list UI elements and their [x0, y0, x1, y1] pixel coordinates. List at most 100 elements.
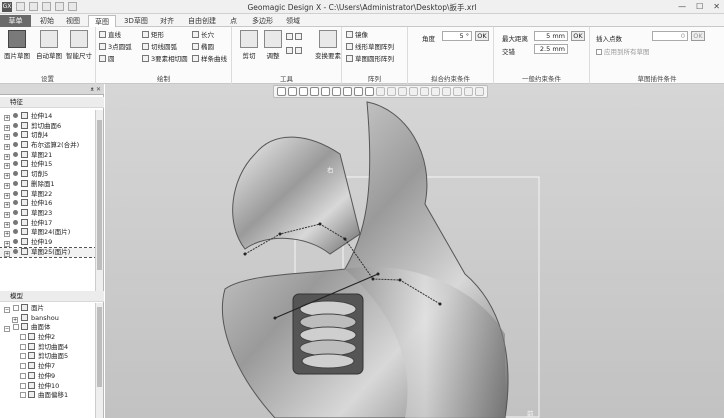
collapse-icon[interactable]: −: [4, 326, 10, 333]
tree-item[interactable]: 拉伸9: [0, 371, 96, 382]
expand-icon[interactable]: +: [4, 134, 10, 141]
tab-initial[interactable]: 初始: [34, 15, 60, 27]
minimize-button[interactable]: —: [678, 2, 686, 11]
visibility-checkbox[interactable]: [20, 343, 26, 350]
angle-ok-button[interactable]: OK: [475, 31, 489, 41]
tab-align[interactable]: 对齐: [154, 15, 180, 27]
visibility-icon[interactable]: [13, 200, 18, 206]
visibility-icon[interactable]: [13, 180, 18, 186]
auto-sketch-button[interactable]: 自动草图: [34, 30, 64, 60]
tangent-arc-button[interactable]: 切线圆弧: [142, 43, 177, 52]
visibility-icon[interactable]: [13, 161, 18, 167]
angle-field[interactable]: 5 °: [442, 31, 472, 41]
expand-icon[interactable]: +: [4, 173, 10, 180]
arc-3pt-button[interactable]: 3点圆弧: [99, 43, 132, 52]
expand-icon[interactable]: +: [12, 316, 18, 323]
expand-icon[interactable]: +: [4, 163, 10, 170]
slot-button[interactable]: 长穴: [192, 31, 214, 40]
tree-item[interactable]: 剪切曲面5: [0, 352, 96, 362]
ellipse-button[interactable]: 椭圆: [192, 43, 214, 52]
expand-icon[interactable]: +: [4, 115, 10, 121]
tree-item[interactable]: + 拉伸19: [0, 237, 96, 248]
max-distance-ok-button[interactable]: OK: [571, 31, 585, 41]
tree-item[interactable]: + 草图24(面片): [0, 228, 96, 238]
close-button[interactable]: ✕: [713, 2, 720, 11]
visibility-icon[interactable]: [13, 113, 18, 118]
visibility-icon[interactable]: [13, 122, 18, 128]
tree-item[interactable]: + 剪切曲面6: [0, 121, 96, 132]
tree-item[interactable]: + 草图22: [0, 189, 96, 200]
line-button[interactable]: 直线: [99, 31, 121, 40]
tab-view[interactable]: 视图: [60, 15, 86, 27]
expand-icon[interactable]: +: [4, 221, 10, 228]
expand-icon[interactable]: +: [4, 144, 10, 151]
collapse-icon[interactable]: −: [4, 307, 10, 313]
tree-item[interactable]: + 切削4: [0, 131, 96, 141]
expand-icon[interactable]: +: [4, 240, 10, 247]
tree-item[interactable]: + 拉伸17: [0, 218, 96, 229]
visibility-icon[interactable]: [13, 142, 18, 148]
tree-item[interactable]: + 布尔运算2(合并): [0, 141, 96, 151]
intersect-field[interactable]: 2.5 mm: [534, 44, 568, 54]
visibility-checkbox[interactable]: [20, 334, 26, 341]
tree-item[interactable]: + 拉伸14: [0, 112, 96, 122]
tree-item[interactable]: 拉伸10: [0, 381, 96, 392]
smart-dimension-button[interactable]: 智能尺寸: [64, 30, 94, 60]
tree-item[interactable]: − 面片: [0, 304, 96, 314]
linear-pattern-button[interactable]: 线形草图阵列: [346, 43, 394, 52]
expand-icon[interactable]: +: [4, 182, 10, 189]
insert-ok-button[interactable]: OK: [691, 31, 705, 41]
tab-3d-sketch[interactable]: 3D草图: [118, 15, 154, 27]
tree-item[interactable]: + 拉伸15: [0, 160, 96, 170]
visibility-icon[interactable]: [13, 238, 18, 244]
tree-item[interactable]: 拉伸2: [0, 333, 96, 343]
tangent-circle-button[interactable]: 3要素相切圆: [142, 55, 188, 64]
model-tree-header[interactable]: 模型: [0, 291, 104, 302]
tab-freeform[interactable]: 自由创建: [182, 15, 222, 27]
visibility-icon[interactable]: [13, 151, 18, 157]
maximize-button[interactable]: ☐: [696, 2, 703, 11]
expand-icon[interactable]: +: [4, 250, 10, 257]
tree-item[interactable]: + 草图23: [0, 208, 96, 219]
expand-icon[interactable]: +: [4, 211, 10, 218]
tab-file[interactable]: 草单: [0, 15, 31, 27]
visibility-icon[interactable]: [13, 219, 18, 225]
tree-item-selected[interactable]: + 草图25(面片): [0, 246, 97, 259]
tree-item[interactable]: + 草图21: [0, 150, 96, 161]
max-distance-field[interactable]: 5 mm: [534, 31, 568, 41]
expand-icon[interactable]: +: [4, 153, 10, 160]
tree-item[interactable]: + 删除面1: [0, 179, 96, 190]
tab-polygon[interactable]: 多边形: [246, 15, 279, 27]
feature-tree-scrollbar[interactable]: [95, 110, 103, 300]
extend-icon[interactable]: [286, 47, 304, 56]
mesh-sketch-button[interactable]: 面片草图: [2, 30, 32, 60]
visibility-icon[interactable]: [13, 171, 18, 177]
tree-item[interactable]: + 拉伸16: [0, 199, 96, 209]
apply-all-checkbox[interactable]: 应用到所有草图: [596, 46, 650, 56]
visibility-checkbox[interactable]: [20, 372, 26, 379]
tree-item[interactable]: 拉伸7: [0, 362, 96, 372]
3d-viewport[interactable]: 右 前: [105, 84, 724, 418]
visibility-checkbox[interactable]: [13, 305, 19, 311]
rectangle-button[interactable]: 矩形: [142, 31, 164, 40]
circle-button[interactable]: 圆: [99, 55, 115, 64]
visibility-icon[interactable]: [13, 248, 18, 254]
tab-region[interactable]: 领域: [280, 15, 306, 27]
model-tree-scrollbar[interactable]: [95, 303, 103, 418]
expand-icon[interactable]: +: [4, 202, 10, 209]
tree-item[interactable]: − 曲面体: [0, 323, 96, 333]
tree-item[interactable]: 剪切曲面4: [0, 342, 96, 353]
insert-points-field[interactable]: 0: [652, 31, 688, 41]
tab-sketch[interactable]: 草图: [88, 15, 116, 27]
tree-item[interactable]: + 切削5: [0, 170, 96, 180]
tab-point[interactable]: 点: [224, 15, 243, 27]
visibility-icon[interactable]: [13, 209, 18, 215]
visibility-icon[interactable]: [13, 132, 18, 138]
visibility-checkbox[interactable]: [20, 363, 26, 370]
transform-entity-button[interactable]: 变换要素: [312, 30, 344, 60]
visibility-icon[interactable]: [13, 229, 18, 235]
feature-tree-header[interactable]: 特征: [0, 97, 104, 108]
tree-item[interactable]: 曲面偏移1: [0, 391, 96, 401]
spline-button[interactable]: 样条曲线: [192, 55, 227, 64]
circular-pattern-button[interactable]: 草图圆形阵列: [346, 55, 394, 64]
